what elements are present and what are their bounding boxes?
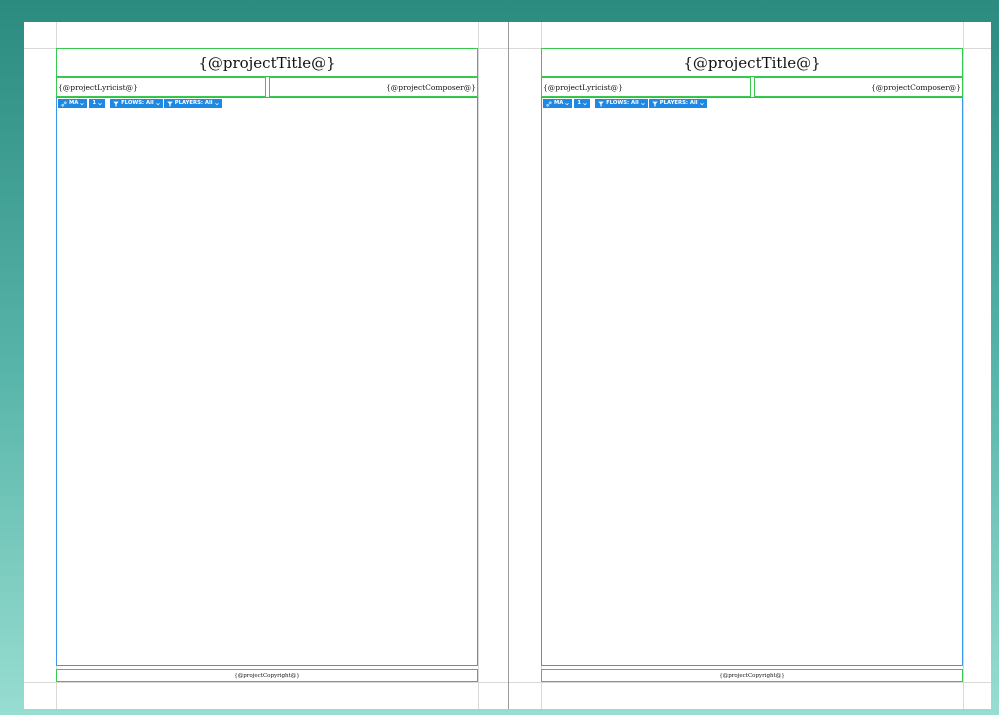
frame-number-button[interactable]: 1 [574,99,591,108]
chevron-down-icon [565,102,570,105]
players-filter-button[interactable]: PLAYERS: All [163,99,222,108]
music-frame[interactable]: MA 1 FLOWS: All PLAYERS: All [541,97,963,666]
copyright-frame[interactable]: {@projectCopyright@} [56,669,478,682]
project-lyricist: {@projectLyricist@} [543,82,623,92]
frame-chain-button[interactable]: MA [58,99,88,108]
players-filter-label: PLAYERS: All [174,100,213,106]
lyricist-frame[interactable]: {@projectLyricist@} [56,77,266,97]
flows-filter-button[interactable]: FLOWS: All [110,99,163,108]
chevron-down-icon [699,102,704,105]
frame-chain-button[interactable]: MA [543,99,573,108]
frame-chain-label: MA [554,100,564,106]
page-left[interactable]: {@projectTitle@} {@projectLyricist@} {@p… [24,22,508,709]
flows-filter-label: FLOWS: All [606,100,639,106]
chevron-down-icon [80,102,85,105]
frame-chain-label: MA [69,100,79,106]
link-icon [546,100,552,107]
music-frame[interactable]: MA 1 FLOWS: All PLAYERS: All [56,97,478,666]
lyricist-frame[interactable]: {@projectLyricist@} [541,77,751,97]
title-frame[interactable]: {@projectTitle@} [541,48,963,77]
project-title: {@projectTitle@} [683,53,821,72]
page-right[interactable]: {@projectTitle@} {@projectLyricist@} {@p… [509,22,991,709]
layout-canvas: {@projectTitle@} {@projectLyricist@} {@p… [24,22,991,709]
project-copyright: {@projectCopyright@} [234,672,300,679]
flows-filter-button[interactable]: FLOWS: All [595,99,648,108]
filter-icon [598,101,604,106]
frame-number-label: 1 [92,100,97,106]
project-composer: {@projectComposer@} [386,82,476,92]
project-title: {@projectTitle@} [198,53,336,72]
frame-number-button[interactable]: 1 [89,99,106,108]
project-composer: {@projectComposer@} [871,82,961,92]
title-frame[interactable]: {@projectTitle@} [56,48,478,77]
frame-toolbar: MA 1 FLOWS: All PLAYERS: All [58,99,222,108]
filter-icon [167,101,173,106]
filter-icon [652,101,658,106]
chevron-down-icon [98,102,102,105]
frame-toolbar: MA 1 FLOWS: All PLAYERS: All [543,99,707,108]
link-icon [61,100,67,107]
project-copyright: {@projectCopyright@} [719,672,785,679]
project-lyricist: {@projectLyricist@} [58,82,138,92]
players-filter-button[interactable]: PLAYERS: All [648,99,707,108]
frame-number-label: 1 [577,100,582,106]
chevron-down-icon [214,102,219,105]
composer-frame[interactable]: {@projectComposer@} [269,77,478,97]
chevron-down-icon [640,102,645,105]
composer-frame[interactable]: {@projectComposer@} [754,77,963,97]
flows-filter-label: FLOWS: All [121,100,154,106]
chevron-down-icon [583,102,587,105]
chevron-down-icon [155,102,160,105]
players-filter-label: PLAYERS: All [659,100,698,106]
filter-icon [113,101,119,106]
copyright-frame[interactable]: {@projectCopyright@} [541,669,963,682]
